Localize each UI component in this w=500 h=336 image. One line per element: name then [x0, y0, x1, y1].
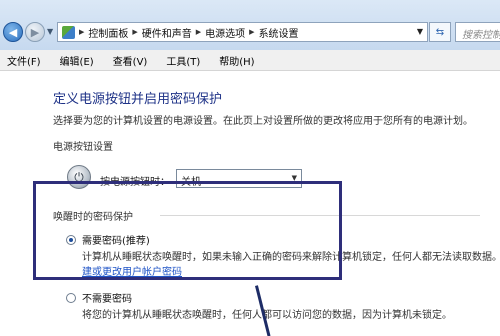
chevron-right-icon[interactable]: ▶ — [249, 28, 254, 36]
breadcrumb-hardware-sound[interactable]: 硬件和声音 — [142, 25, 192, 40]
menu-help[interactable]: 帮助(H) — [219, 53, 254, 68]
no-password-description: 将您的计算机从睡眠状态唤醒时，任何人都可以访问您的数据，因为计算机未锁定。 — [82, 310, 452, 321]
breadcrumb-control-panel[interactable]: 控制面板 — [88, 25, 128, 40]
address-bar: ◀ ▶ ▼ ▶ 控制面板 ▶ 硬件和声音 ▶ 电源选项 ▶ 系统设置 ▼ ⇆ 搜… — [0, 0, 500, 50]
refresh-icon: ⇆ — [435, 26, 445, 38]
recent-pages-dropdown-icon[interactable]: ▼ — [47, 27, 53, 36]
breadcrumb[interactable]: ▶ 控制面板 ▶ 硬件和声音 ▶ 电源选项 ▶ 系统设置 ▼ — [57, 22, 428, 42]
control-panel-icon — [62, 25, 75, 39]
breadcrumb-power-options[interactable]: 电源选项 — [205, 25, 245, 40]
forward-arrow-icon: ▶ — [30, 25, 40, 39]
menu-view[interactable]: 查看(V) — [113, 53, 148, 68]
annotation-highlight-box — [33, 181, 342, 280]
menu-bar: 文件(F) 编辑(E) 查看(V) 工具(T) 帮助(H) — [0, 50, 500, 71]
forward-button[interactable]: ▶ — [25, 22, 45, 42]
page-title: 定义电源按钮并启用密码保护 — [53, 92, 223, 107]
no-password-radio[interactable] — [66, 293, 76, 303]
no-password-label[interactable]: 不需要密码 — [82, 290, 132, 305]
menu-tools[interactable]: 工具(T) — [166, 53, 200, 68]
power-button-section-heading: 电源按钮设置 — [53, 142, 113, 153]
search-input[interactable]: 搜索控制面 — [455, 22, 500, 42]
chevron-right-icon[interactable]: ▶ — [132, 28, 137, 36]
chevron-right-icon[interactable]: ▶ — [196, 28, 201, 36]
page-description: 选择要为您的计算机设置的电源设置。在此页上对设置所做的更改将应用于您所有的电源计… — [53, 116, 473, 127]
breadcrumb-system-settings[interactable]: 系统设置 — [259, 25, 299, 40]
back-arrow-icon: ◀ — [8, 25, 18, 39]
chevron-right-icon[interactable]: ▶ — [79, 28, 84, 36]
refresh-button[interactable]: ⇆ — [429, 22, 451, 42]
address-dropdown-icon[interactable]: ▼ — [417, 27, 423, 36]
back-button[interactable]: ◀ — [3, 22, 23, 42]
menu-file[interactable]: 文件(F) — [7, 53, 41, 68]
menu-edit[interactable]: 编辑(E) — [60, 53, 94, 68]
